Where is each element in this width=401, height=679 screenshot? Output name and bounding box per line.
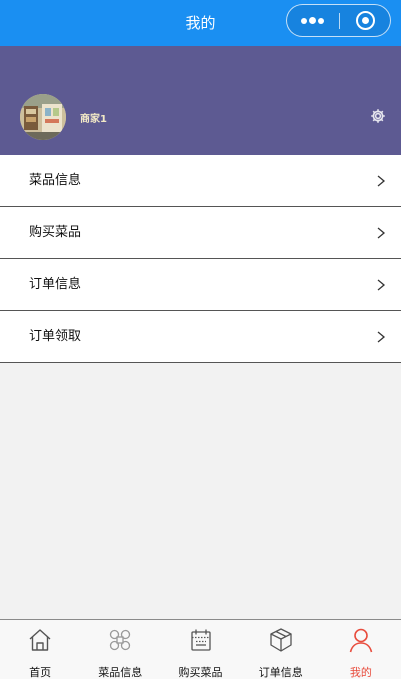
user-icon [349, 628, 373, 653]
more-button[interactable] [287, 5, 339, 36]
tab-label: 订单信息 [258, 666, 303, 679]
menu-item-label: 订单领取 [29, 329, 82, 344]
chevron-right-icon [377, 331, 386, 343]
tab-label: 菜品信息 [98, 666, 143, 679]
menu-item-order-info[interactable]: 订单信息 [0, 259, 401, 311]
menu-item-label: 订单信息 [29, 277, 82, 292]
more-dots-icon [301, 18, 307, 24]
tab-order-info[interactable]: 订单信息 [241, 620, 321, 679]
menu-item-label: 购买菜品 [29, 225, 82, 240]
calendar-icon [190, 629, 211, 651]
mini-program-capsule [286, 4, 391, 37]
menu-item-buy-dishes[interactable]: 购买菜品 [0, 207, 401, 259]
more-dots-icon-right [318, 18, 324, 24]
tab-label: 购买菜品 [178, 666, 223, 679]
close-button[interactable] [340, 5, 391, 36]
menu-item-dish-info[interactable]: 菜品信息 [0, 155, 401, 207]
tab-label: 我的 [349, 666, 372, 679]
chevron-right-icon [377, 279, 386, 291]
settings-button[interactable] [370, 108, 386, 124]
chevron-right-icon [377, 227, 386, 239]
tab-label: 首页 [29, 666, 52, 679]
tab-dish-info[interactable]: 菜品信息 [80, 620, 160, 679]
tab-mine[interactable]: 我的 [321, 620, 401, 679]
tab-home[interactable]: 首页 [0, 620, 80, 679]
home-icon [29, 629, 51, 651]
profile-header: 商家1 [0, 46, 401, 155]
command-icon [110, 629, 131, 651]
avatar-image [20, 94, 66, 140]
box-icon [270, 628, 292, 652]
navigation-bar: 我的 [0, 0, 401, 46]
menu-item-order-pickup[interactable]: 订单领取 [0, 311, 401, 363]
tab-buy-dishes[interactable]: 购买菜品 [160, 620, 240, 679]
more-dots-icon-center [309, 17, 316, 24]
tab-bar: 首页 菜品信息 购买菜品 订单信息 我的 [0, 619, 401, 679]
menu-item-label: 菜品信息 [29, 173, 82, 188]
avatar[interactable] [20, 94, 66, 140]
menu-list: 菜品信息 购买菜品 订单信息 订单领取 [0, 155, 401, 363]
chevron-right-icon [377, 175, 386, 187]
username: 商家1 [80, 114, 107, 125]
gear-icon [371, 109, 385, 123]
close-target-core [362, 17, 369, 24]
